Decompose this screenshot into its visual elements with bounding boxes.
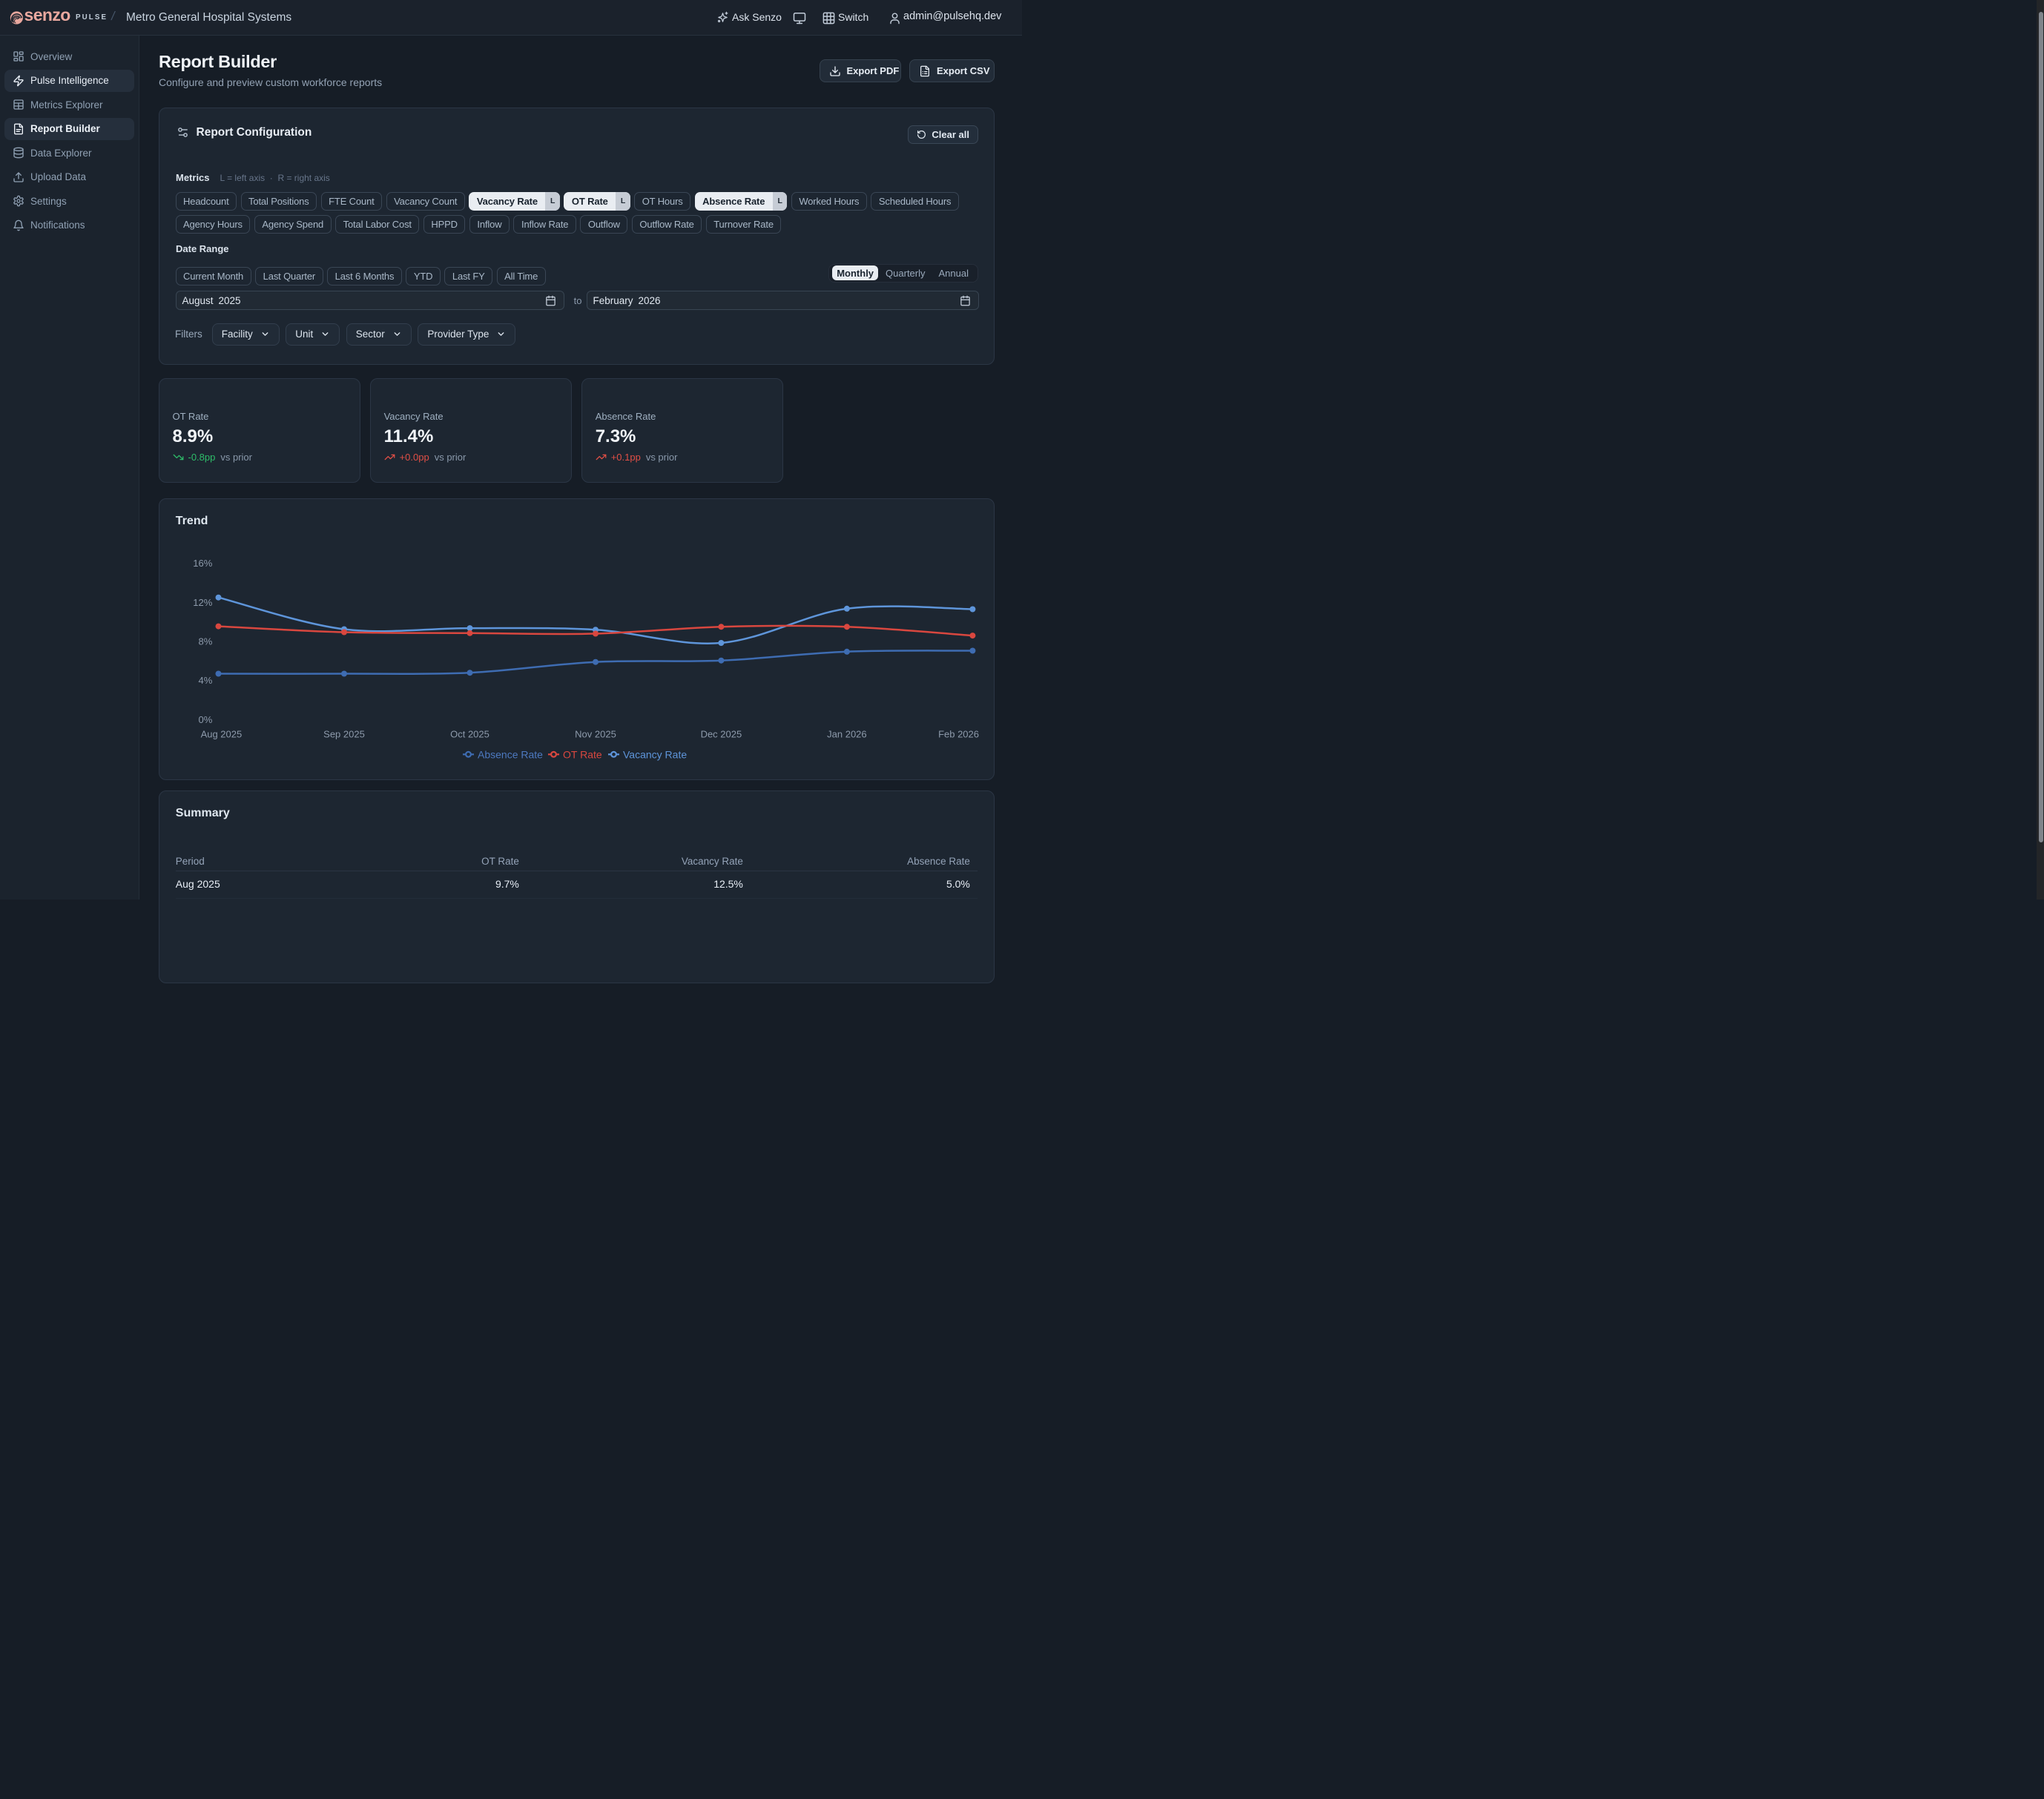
svg-text:Dec 2025: Dec 2025 [701,728,742,739]
svg-text:Sep 2025: Sep 2025 [323,728,365,739]
svg-text:0%: 0% [199,714,213,725]
svg-text:Vacancy Rate: Vacancy Rate [623,748,687,760]
svg-text:OT Rate: OT Rate [563,748,602,760]
svg-text:Oct 2025: Oct 2025 [450,728,489,739]
svg-text:16%: 16% [193,558,212,569]
svg-text:8%: 8% [199,636,213,647]
svg-text:Absence Rate: Absence Rate [478,748,543,760]
svg-text:Jan 2026: Jan 2026 [827,728,867,739]
svg-text:Aug 2025: Aug 2025 [201,728,243,739]
svg-text:12%: 12% [193,596,212,607]
svg-text:Feb 2026: Feb 2026 [938,728,979,739]
svg-text:Nov 2025: Nov 2025 [575,728,616,739]
svg-text:4%: 4% [199,675,213,686]
